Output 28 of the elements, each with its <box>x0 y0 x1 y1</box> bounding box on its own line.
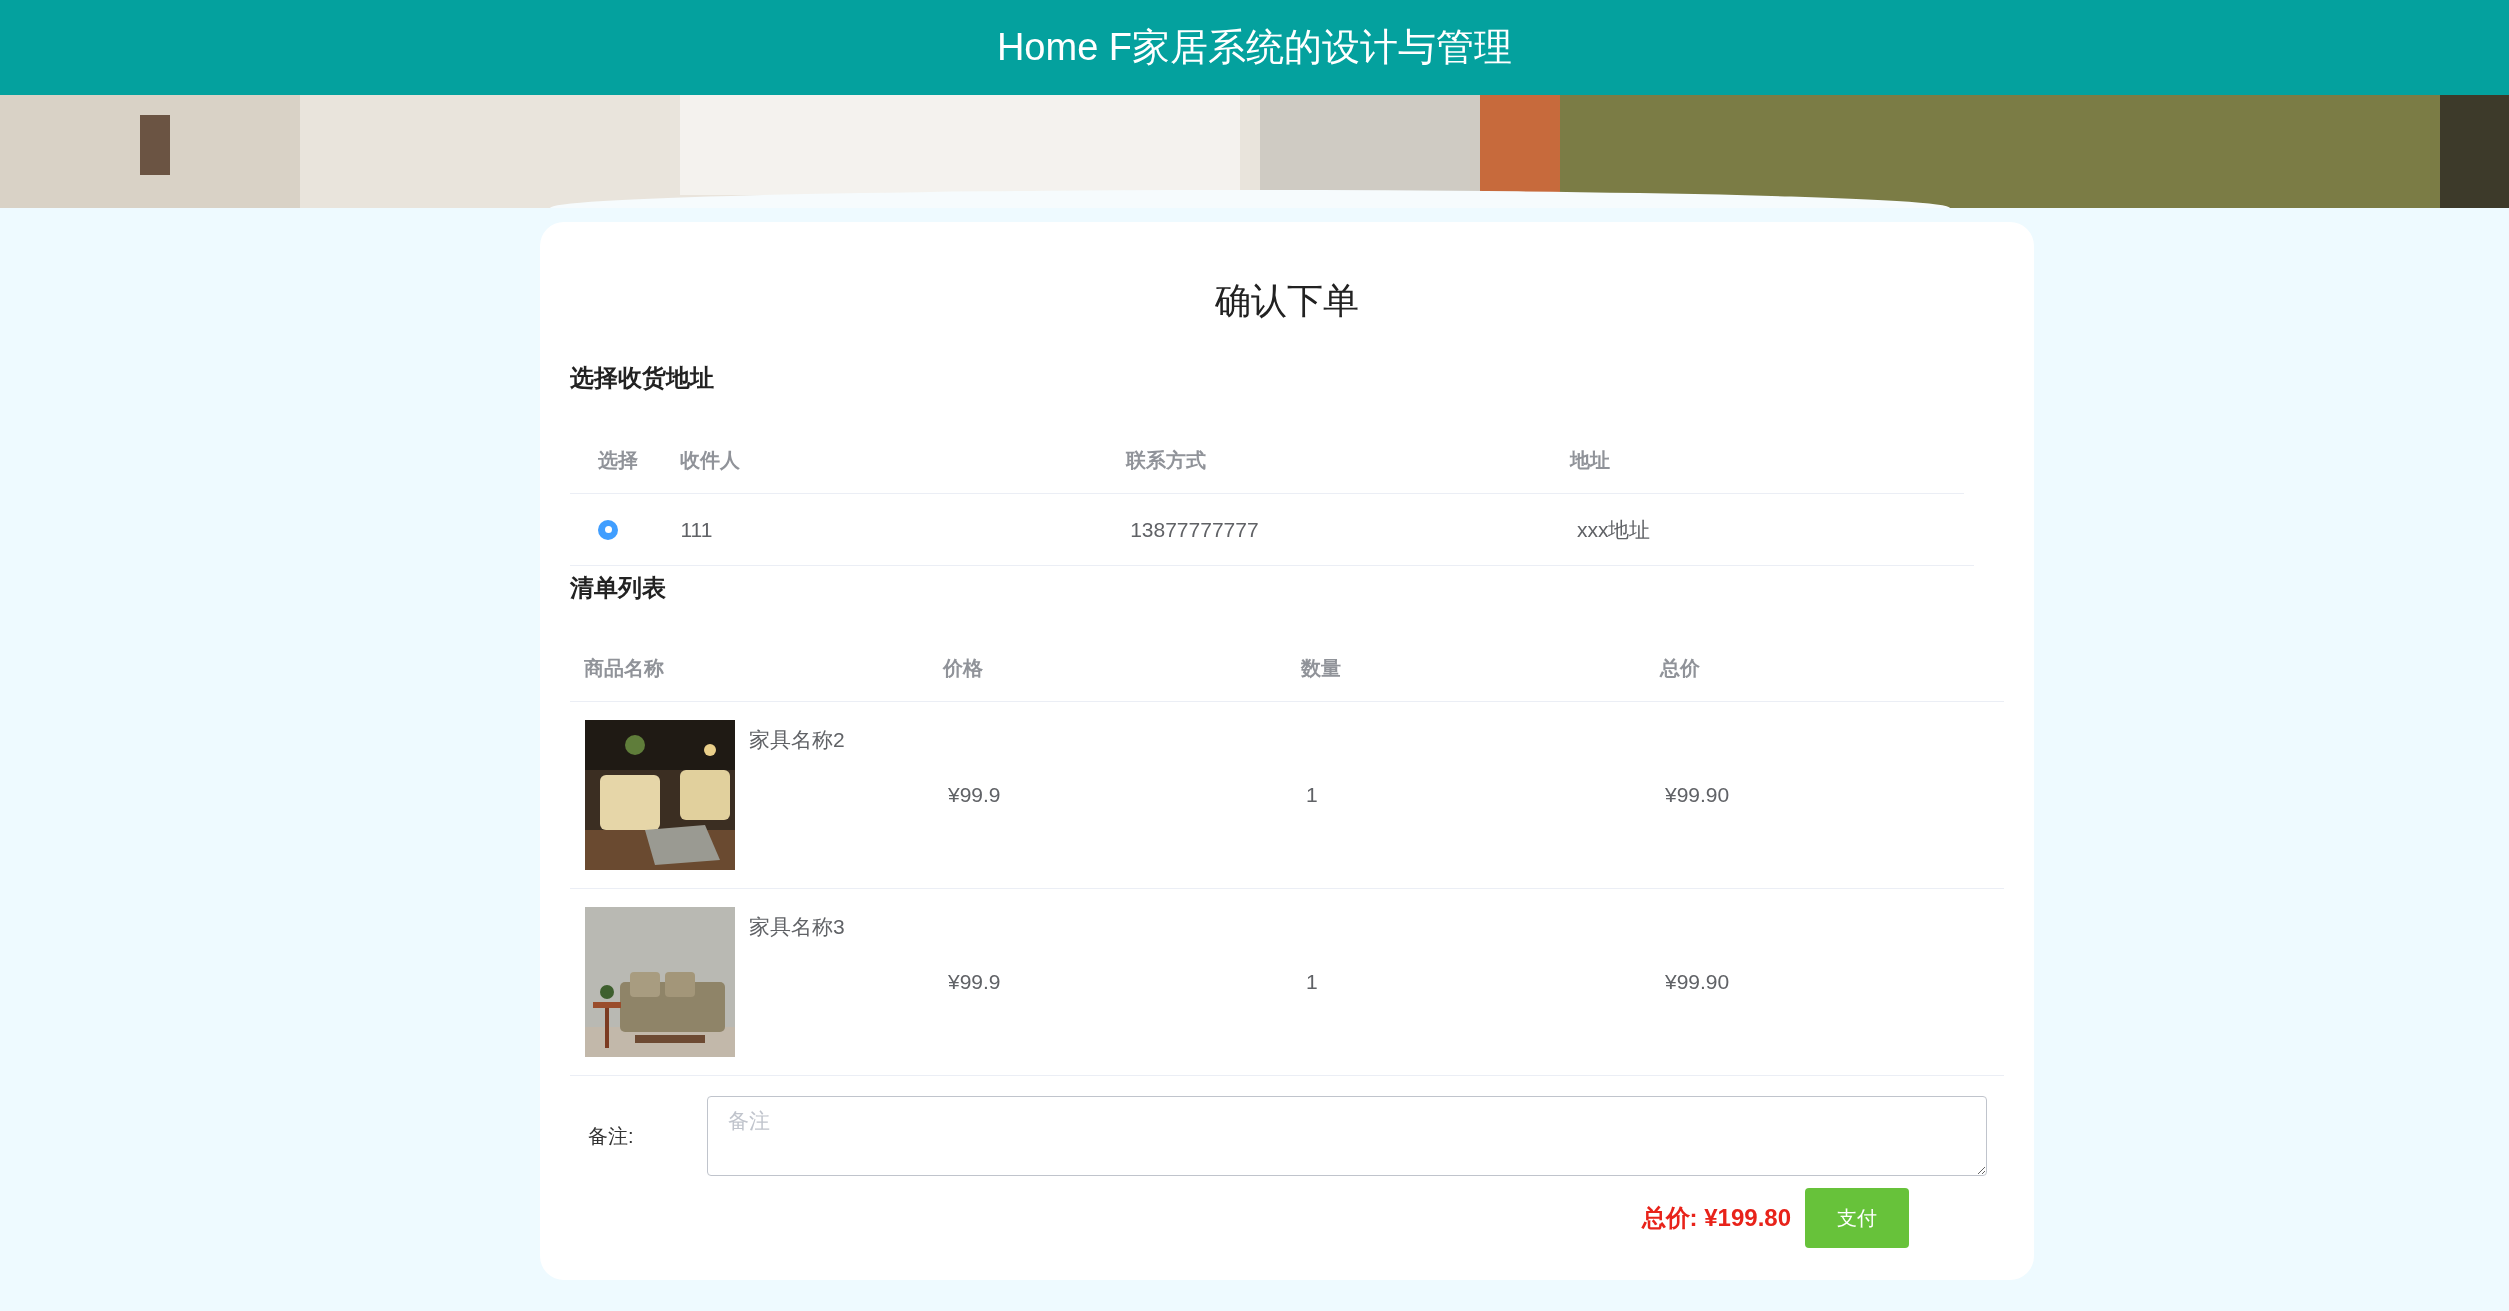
section-title: 选择收货地址 <box>570 364 714 391</box>
product-name: 家具名称2 <box>749 727 845 753</box>
remarks-field[interactable]: 备注 <box>707 1096 1987 1176</box>
product-name: 家具名称3 <box>749 914 845 940</box>
table-cell: 111 <box>680 517 713 541</box>
column-header: 联系方式 <box>1126 448 1207 471</box>
pay-button[interactable]: 支付 <box>1805 1188 1909 1248</box>
column-header: 总价 <box>1660 656 1700 679</box>
remarks-label: 备注: <box>588 1125 634 1147</box>
site-title: Home F家居系统的设计与管理 <box>996 25 1513 70</box>
table-cell: xxx地址 <box>1576 517 1651 541</box>
column-header: 选择 <box>598 448 638 471</box>
table-cell: ¥99.9 <box>948 783 1001 807</box>
section-title: 清单列表 <box>570 574 666 601</box>
radio-button[interactable] <box>598 519 618 540</box>
column-header: 地址 <box>1569 448 1610 471</box>
page-title: 确认下单 <box>1215 279 1359 323</box>
table-cell: ¥99.90 <box>1665 783 1730 807</box>
column-header: 数量 <box>1301 656 1341 679</box>
column-header: 价格 <box>943 656 983 679</box>
table-cell: 13877777777 <box>1130 517 1259 541</box>
table-cell: ¥99.9 <box>948 970 1001 994</box>
column-header: 收件人 <box>679 448 740 471</box>
total-price: 总价: ¥199.80 <box>1641 1203 1791 1233</box>
table-cell: 1 <box>1306 783 1318 807</box>
column-header: 商品名称 <box>584 656 664 679</box>
table-cell: 1 <box>1306 970 1318 994</box>
table-cell: ¥99.90 <box>1665 970 1730 994</box>
